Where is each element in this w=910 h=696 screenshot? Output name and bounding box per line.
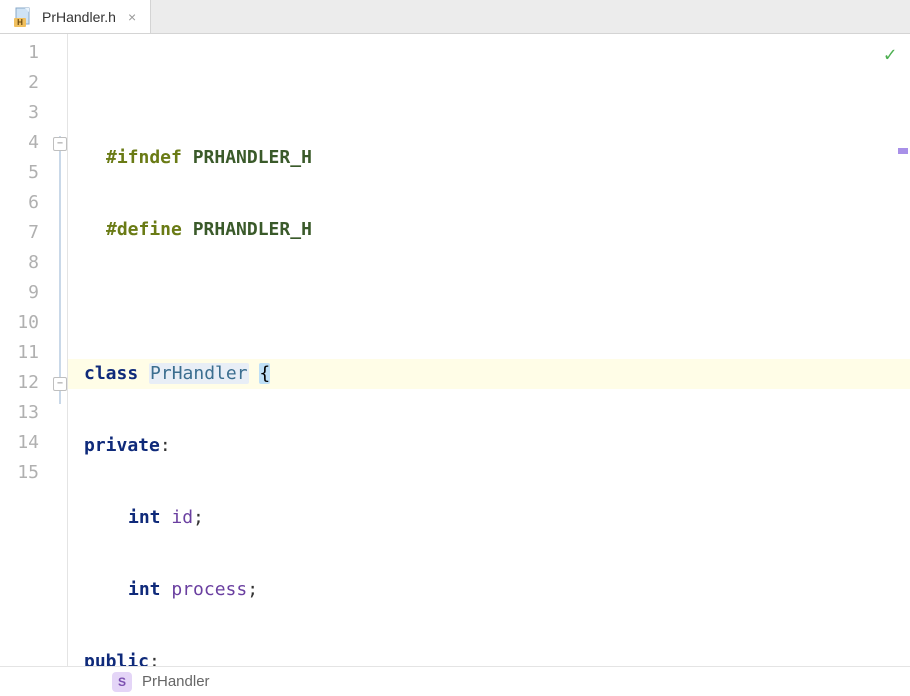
code-line: private:	[68, 431, 910, 461]
line-number: 8	[0, 248, 67, 278]
fold-handle-class-close[interactable]: −	[53, 377, 67, 391]
analysis-ok-check-icon: ✓	[884, 42, 896, 66]
code-line	[68, 287, 910, 317]
editor-area[interactable]: − − 1 2 3 4 5 6 7 8 9 10 11 12 13 14 15 …	[0, 34, 910, 666]
svg-text:H: H	[17, 18, 23, 27]
code-line-current: class PrHandler {	[68, 359, 910, 389]
line-number: 10	[0, 308, 67, 338]
line-number: 7	[0, 218, 67, 248]
line-number: 3	[0, 98, 67, 128]
code-view[interactable]: ✓ #ifndef PRHANDLER_H #define PRHANDLER_…	[68, 34, 910, 666]
code-line: #ifndef PRHANDLER_H	[68, 143, 910, 173]
code-line: int id;	[68, 503, 910, 533]
fold-handle-class-open[interactable]: −	[53, 137, 67, 151]
breadcrumb[interactable]: S PrHandler	[0, 666, 910, 696]
gutter: − − 1 2 3 4 5 6 7 8 9 10 11 12 13 14 15	[0, 34, 68, 666]
line-number: 5	[0, 158, 67, 188]
code-line: #define PRHANDLER_H	[68, 215, 910, 245]
code-line: int process;	[68, 575, 910, 605]
code-line: public:	[68, 647, 910, 666]
tab-prhandler-h[interactable]: H PrHandler.h ×	[0, 0, 151, 33]
line-number: 1	[0, 38, 67, 68]
line-number: 14	[0, 428, 67, 458]
class-name: PrHandler	[149, 363, 249, 384]
scroll-marker	[898, 148, 908, 154]
tab-label: PrHandler.h	[42, 9, 116, 25]
line-number: 2	[0, 68, 67, 98]
line-number: 9	[0, 278, 67, 308]
tab-bar: H PrHandler.h ×	[0, 0, 910, 34]
breadcrumb-label: PrHandler	[142, 673, 210, 690]
line-number: 6	[0, 188, 67, 218]
fold-guide	[59, 136, 61, 404]
struct-badge-icon: S	[112, 672, 132, 692]
close-icon[interactable]: ×	[128, 9, 136, 25]
line-number: 15	[0, 458, 67, 488]
line-number: 11	[0, 338, 67, 368]
line-number: 13	[0, 398, 67, 428]
header-file-icon: H	[14, 7, 34, 27]
